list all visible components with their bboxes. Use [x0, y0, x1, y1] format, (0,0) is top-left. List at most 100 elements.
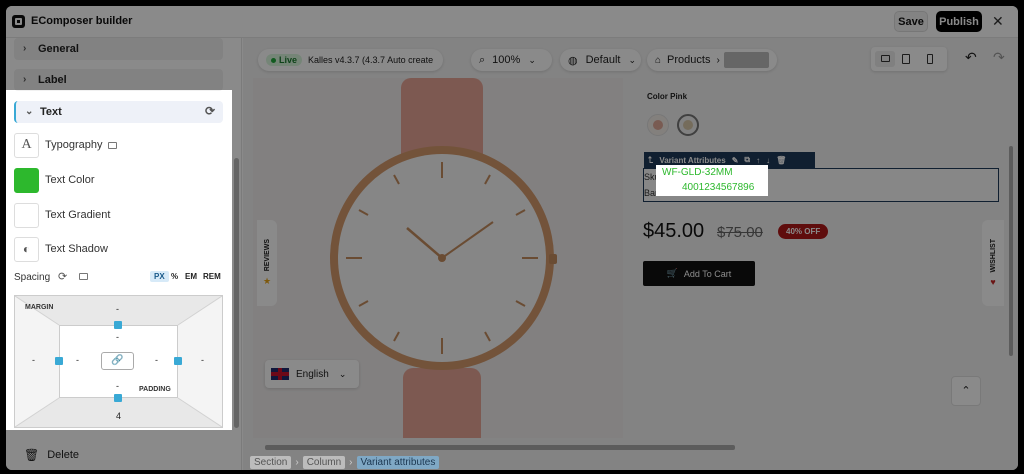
duplicate-icon[interactable]: ⧉ [744, 155, 750, 165]
reset-icon[interactable]: ⟳ [58, 270, 67, 283]
variant-tool-label: Variant Attributes [659, 155, 726, 165]
section-general[interactable]: › General [14, 38, 223, 60]
delete-button[interactable]: 🗑 Delete [24, 448, 79, 462]
link-values-button[interactable]: 🔗 [101, 352, 134, 370]
margin-right-handle[interactable] [174, 357, 182, 365]
desktop-icon [79, 273, 88, 280]
save-button[interactable]: Save [894, 11, 928, 32]
zoom-icon: ⌕ [479, 53, 486, 66]
desktop-view-icon[interactable] [875, 51, 895, 67]
add-to-cart-button[interactable]: 🛒 Add To Cart [643, 261, 755, 286]
sku-barcode-highlight: WF-GLD-32MM 4001234567896 [656, 165, 768, 196]
uk-flag-icon [271, 368, 289, 380]
margin-top-value[interactable]: - [116, 304, 119, 314]
text-shadow-row[interactable]: ◐ Text Shadow [14, 236, 108, 262]
padding-top-value[interactable]: - [116, 332, 119, 342]
color-option-label: Color Pink [647, 92, 687, 101]
color-swatch-white[interactable] [677, 114, 699, 136]
move-down-icon[interactable]: ↓ [766, 156, 770, 165]
zoom-select[interactable]: ⌕ 100% ⌄ [471, 49, 552, 71]
edit-icon[interactable]: ✎ [732, 156, 739, 165]
unit-rem[interactable]: REM [203, 272, 221, 281]
section-text[interactable]: ⌄ Text ⟳ [14, 101, 223, 123]
compare-price: $75.00 [717, 224, 763, 241]
text-gradient-label: Text Gradient [45, 209, 111, 221]
margin-bottom-handle[interactable] [114, 394, 122, 402]
padding-label: PADDING [139, 386, 171, 393]
margin-bottom-value[interactable]: 4 [116, 411, 121, 421]
discount-badge: 40% OFF [778, 224, 829, 239]
wishlist-tab-label: WISHLIST [989, 239, 997, 273]
storefront-language-label: English [296, 368, 329, 380]
mobile-view-icon[interactable] [927, 54, 933, 64]
color-value: Pink [670, 92, 688, 101]
text-gradient-swatch[interactable] [14, 202, 39, 228]
text-color-swatch[interactable] [14, 167, 39, 193]
chevron-down-icon: ⌄ [25, 106, 34, 117]
device-switcher [871, 47, 947, 71]
margin-left-value[interactable]: - [32, 355, 35, 365]
canvas-vertical-scrollbar[interactable] [1009, 146, 1013, 356]
margin-right-value[interactable]: - [201, 355, 204, 365]
padding-left-value[interactable]: - [76, 355, 79, 365]
chevron-right-icon: › [716, 54, 720, 66]
reset-icon[interactable]: ⟳ [205, 104, 215, 118]
price: $45.00 [643, 220, 705, 242]
product-name-blurred [723, 52, 769, 68]
unit-percent[interactable]: % [171, 272, 178, 281]
tablet-view-icon[interactable] [902, 54, 910, 64]
unit-em[interactable]: EM [185, 272, 197, 281]
page-type-select[interactable]: ⌂ Products › [647, 49, 777, 71]
trash-icon: 🗑 [24, 448, 40, 462]
link-icon: 🔗 [111, 355, 124, 366]
redo-icon[interactable]: ↷ [993, 49, 1005, 66]
delete-element-icon[interactable]: 🗑 [776, 156, 786, 165]
margin-left-handle[interactable] [55, 357, 63, 365]
padding-bottom-value[interactable]: - [116, 381, 119, 391]
language-select[interactable]: ◍ Default ⌄ [560, 49, 641, 71]
settings-sidebar: › General › Label ⌄ Text ⟳ A Typography … [6, 38, 242, 470]
unit-px[interactable]: PX [150, 271, 169, 282]
chevron-down-icon: ⌄ [628, 54, 637, 65]
chevron-right-icon: › [23, 74, 27, 85]
text-shadow-label: Text Shadow [45, 243, 108, 255]
undo-icon[interactable]: ↶ [965, 49, 977, 66]
color-swatch-pink[interactable] [647, 114, 669, 136]
add-to-cart-label: Add To Cart [683, 268, 732, 279]
breadcrumb-variant-attributes[interactable]: Variant attributes [356, 455, 440, 469]
text-shadow-icon[interactable]: ◐ [14, 236, 39, 262]
globe-icon: ◍ [568, 54, 578, 67]
margin-top-handle[interactable] [114, 321, 122, 329]
storefront-language-selector[interactable]: English ⌄ [265, 360, 359, 388]
star-icon: ★ [262, 275, 272, 286]
barcode-value: 4001234567896 [682, 182, 755, 193]
publish-button[interactable]: Publish [936, 11, 982, 32]
breadcrumb-column[interactable]: Column [302, 455, 346, 469]
breadcrumb-section[interactable]: Section [250, 455, 292, 469]
close-icon[interactable]: ✕ [992, 13, 1004, 30]
tag-icon: ⌂ [655, 54, 662, 66]
text-gradient-row[interactable]: Text Gradient [14, 202, 110, 228]
canvas-horizontal-scrollbar[interactable] [265, 445, 735, 450]
sidebar-scrollbar[interactable] [234, 158, 239, 428]
desktop-icon [108, 141, 118, 149]
section-label-label: Label [38, 74, 67, 86]
back-to-top-button[interactable]: ⌃ [951, 376, 981, 406]
typography-icon: A [14, 132, 39, 158]
typography-label: Typography [45, 139, 103, 151]
section-label[interactable]: › Label [14, 69, 223, 91]
reviews-tab[interactable]: REVIEWS ★ [257, 220, 277, 306]
typography-row[interactable]: A Typography [14, 132, 118, 158]
editor-canvas: Live Kalles v4.3.7 (4.3.7 Auto create) ⌕… [243, 38, 1018, 470]
live-label: Live [279, 55, 298, 65]
wishlist-tab[interactable]: WISHLIST ♥ [982, 220, 1004, 306]
chevron-up-icon: ⌃ [961, 385, 971, 397]
chevron-right-icon: › [23, 43, 27, 54]
chevron-right-icon: › [349, 456, 353, 468]
move-up-icon[interactable]: ↑ [756, 156, 760, 165]
padding-right-value[interactable]: - [155, 355, 158, 365]
text-color-row[interactable]: Text Color [14, 167, 95, 193]
text-color-label: Text Color [45, 174, 95, 186]
live-pill[interactable]: Live Kalles v4.3.7 (4.3.7 Auto create) [258, 49, 443, 71]
sku-value: WF-GLD-32MM [662, 167, 733, 178]
